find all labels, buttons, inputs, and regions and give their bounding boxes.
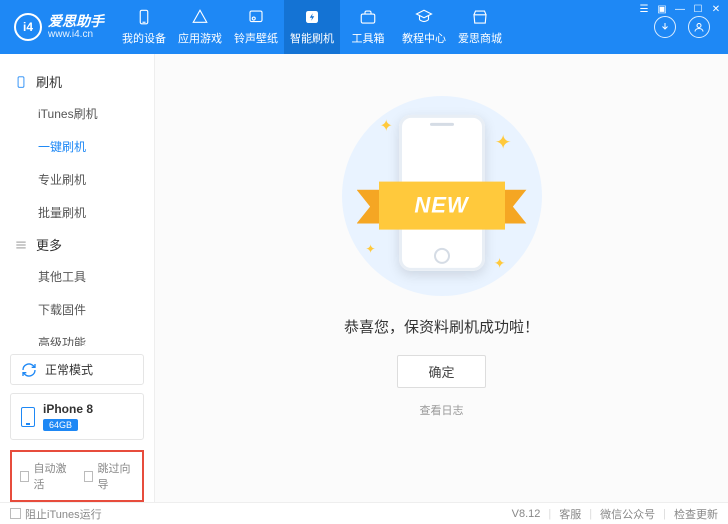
footer-bar: 阻止iTunes运行 V8.12 | 客服 | 微信公众号 | 检查更新	[0, 502, 728, 524]
checkbox-icon	[20, 471, 29, 482]
download-icon	[659, 21, 671, 33]
section-flash[interactable]: 刷机	[0, 66, 154, 97]
tutorial-icon	[415, 8, 433, 26]
nav-toolbox[interactable]: 工具箱	[340, 0, 396, 54]
mode-selector[interactable]: 正常模式	[10, 354, 144, 385]
confirm-button[interactable]: 确定	[397, 355, 485, 388]
sidebar-item-oneclick-flash[interactable]: 一键刷机	[0, 130, 154, 163]
mode-label: 正常模式	[45, 361, 93, 378]
checkbox-skip-wizard[interactable]: 跳过向导	[84, 460, 134, 492]
maximize-button[interactable]: ☐	[692, 3, 704, 15]
version-label: V8.12	[512, 508, 541, 520]
app-header: i4 爱思助手 www.i4.cn 我的设备 应用游戏 铃声壁纸 智能刷机 工具…	[0, 0, 728, 54]
nav-apps-games[interactable]: 应用游戏	[172, 0, 228, 54]
store-icon	[471, 8, 489, 26]
footer-link-wechat[interactable]: 微信公众号	[600, 506, 655, 522]
footer-link-support[interactable]: 客服	[559, 506, 581, 522]
logo-icon: i4	[14, 13, 42, 41]
checkbox-auto-activate[interactable]: 自动激活	[20, 460, 70, 492]
device-phone-icon	[21, 407, 35, 427]
refresh-icon	[21, 362, 37, 378]
section-more[interactable]: 更多	[0, 229, 154, 260]
device-selector[interactable]: iPhone 8 64GB	[10, 393, 144, 440]
checkbox-block-itunes[interactable]: 阻止iTunes运行	[10, 506, 102, 522]
close-button[interactable]: ✕	[710, 3, 722, 15]
toolbox-icon	[359, 8, 377, 26]
sidebar-item-advanced[interactable]: 高级功能	[0, 326, 154, 346]
account-button[interactable]	[688, 16, 710, 38]
skin-button[interactable]: ▣	[656, 3, 668, 15]
sidebar-item-download-firmware[interactable]: 下载固件	[0, 293, 154, 326]
sidebar-item-other-tools[interactable]: 其他工具	[0, 260, 154, 293]
nav-tutorials[interactable]: 教程中心	[396, 0, 452, 54]
menu-icon	[14, 238, 28, 252]
sidebar-item-itunes-flash[interactable]: iTunes刷机	[0, 97, 154, 130]
view-log-link[interactable]: 查看日志	[420, 402, 464, 418]
brand-name: 爱思助手	[48, 14, 104, 29]
sidebar: 刷机 iTunes刷机 一键刷机 专业刷机 批量刷机 更多 其他工具 下载固件 …	[0, 54, 155, 502]
nav-store[interactable]: 爱思商城	[452, 0, 508, 54]
top-nav: 我的设备 应用游戏 铃声壁纸 智能刷机 工具箱 教程中心 爱思商城	[116, 0, 646, 54]
success-illustration: ✦ ✦ ✦ ✦ NEW	[342, 96, 542, 296]
nav-smart-flash[interactable]: 智能刷机	[284, 0, 340, 54]
flash-icon	[303, 8, 321, 26]
nav-ringtones[interactable]: 铃声壁纸	[228, 0, 284, 54]
sidebar-item-batch-flash[interactable]: 批量刷机	[0, 196, 154, 229]
ribbon-new-label: NEW	[379, 182, 505, 230]
sidebar-item-pro-flash[interactable]: 专业刷机	[0, 163, 154, 196]
media-icon	[247, 8, 265, 26]
window-controls: ☰ ▣ — ☐ ✕	[638, 3, 722, 15]
checkbox-icon	[84, 471, 93, 482]
nav-my-device[interactable]: 我的设备	[116, 0, 172, 54]
user-icon	[693, 21, 705, 33]
storage-badge: 64GB	[43, 419, 78, 431]
device-icon	[135, 8, 153, 26]
apps-icon	[191, 8, 209, 26]
main-content: ✦ ✦ ✦ ✦ NEW 恭喜您，保资料刷机成功啦！ 确定 查看日志	[155, 54, 728, 502]
minimize-button[interactable]: —	[674, 3, 686, 15]
download-button[interactable]	[654, 16, 676, 38]
footer-link-update[interactable]: 检查更新	[674, 506, 718, 522]
success-message: 恭喜您，保资料刷机成功啦！	[344, 316, 539, 337]
brand-url: www.i4.cn	[48, 29, 104, 40]
checkbox-icon	[10, 508, 21, 519]
logo-area: i4 爱思助手 www.i4.cn	[0, 0, 116, 54]
device-name: iPhone 8	[43, 402, 93, 416]
options-highlight-box: 自动激活 跳过向导	[10, 450, 144, 502]
menu-button[interactable]: ☰	[638, 3, 650, 15]
phone-icon	[14, 75, 28, 89]
